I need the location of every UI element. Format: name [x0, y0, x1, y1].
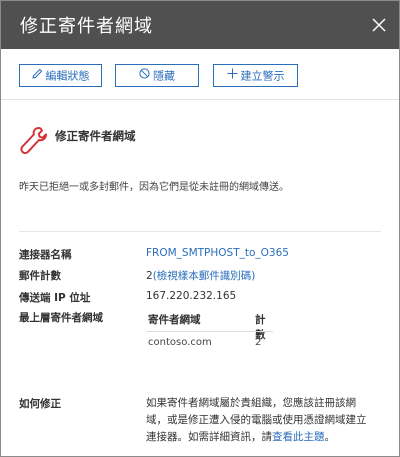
connector-name-link[interactable]: FROM_SMTPHOST_to_O365 [146, 247, 289, 259]
close-icon [372, 18, 386, 32]
title-bar: 修正寄件者網域 [1, 1, 399, 49]
message-count-label: 郵件計數 [19, 270, 61, 282]
table-row-count: 2 [255, 337, 262, 348]
view-sample-ids-link[interactable]: (檢視樣本郵件識別碼) [153, 270, 256, 282]
how-to-fix-label: 如何修正 [19, 398, 61, 410]
edit-state-button[interactable]: 編輯狀態 [19, 64, 102, 87]
connector-name-label: 連接器名稱 [19, 249, 72, 261]
flyout-panel: 修正寄件者網域 編輯狀態 隱藏 建立警示 修正寄件者網域 昨天已拒絕一或多封郵件… [0, 0, 400, 457]
section-divider [19, 231, 381, 232]
create-alert-button[interactable]: 建立警示 [213, 64, 298, 87]
issue-title: 修正寄件者網域 [55, 129, 136, 143]
domain-column-header: 寄件者網域 [148, 314, 201, 326]
sender-ip-value: 167.220.232.165 [146, 290, 237, 302]
sender-ip-label: 傳送端 IP 位址 [19, 292, 91, 304]
table-row-domain: contoso.com [148, 337, 212, 348]
how-to-fix-text: 如果寄件者網域屬於貴組織，您應該註冊該網域，或是修正遭入侵的電腦或使用憑證網域建… [146, 395, 368, 446]
hide-button[interactable]: 隱藏 [115, 64, 199, 87]
top-sender-domain-label: 最上層寄件者網域 [19, 312, 103, 324]
create-alert-label: 建立警示 [240, 69, 285, 83]
pencil-icon [31, 65, 43, 86]
issue-description: 昨天已拒絕一或多封郵件，因為它們是從未註冊的網域傳送。 [19, 182, 289, 193]
edit-state-label: 編輯狀態 [45, 69, 90, 83]
table-header-divider [146, 331, 273, 332]
panel-title: 修正寄件者網域 [20, 16, 153, 37]
plus-icon [227, 65, 238, 86]
close-button[interactable] [369, 15, 389, 35]
message-count-number: 2 [146, 270, 153, 282]
circle-slash-icon [139, 65, 150, 86]
fix-suffix: 。 [324, 431, 336, 443]
hide-label: 隱藏 [153, 69, 175, 83]
toolbar: 編輯狀態 隱藏 建立警示 [1, 49, 399, 100]
see-topic-link[interactable]: 查看此主題 [272, 431, 325, 443]
wrench-icon [19, 125, 47, 161]
message-count-value: 2(檢視樣本郵件識別碼) [146, 268, 255, 283]
